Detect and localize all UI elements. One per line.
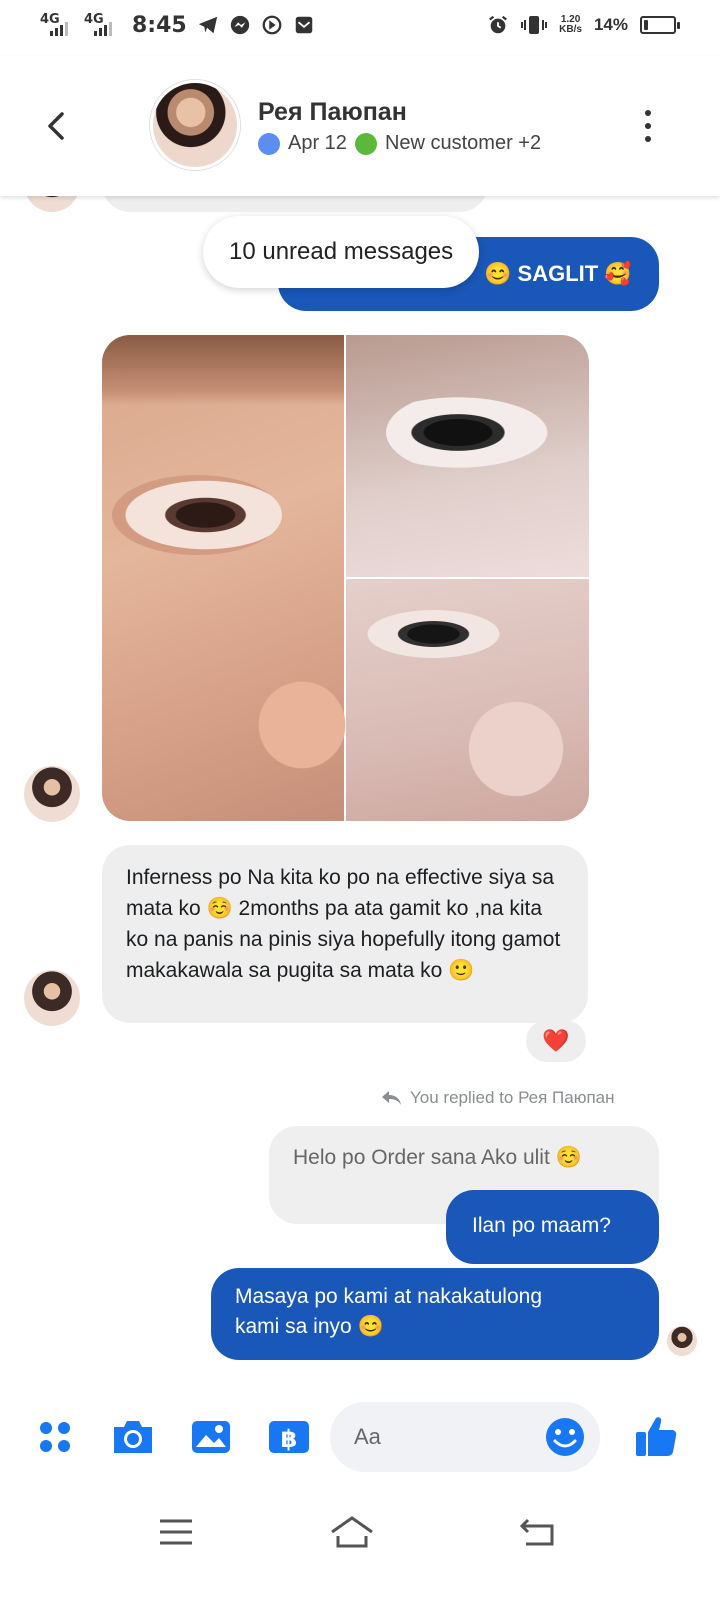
more-options-button[interactable] [636, 106, 660, 146]
conversation-header: Рея Паюпан Apr 12 New customer +2 [0, 56, 720, 196]
tag-dot [354, 132, 377, 155]
message-text: Masaya po kami at nakakatulong [235, 1285, 543, 1308]
clock: 8:45 [132, 12, 187, 38]
gallery-button[interactable] [188, 1414, 234, 1460]
message-text: Inferness po Na kita ko po na effective … [126, 866, 561, 982]
message-bubble-outgoing[interactable]: Ilan po maam? [446, 1190, 659, 1264]
emoji-icon [546, 1418, 584, 1456]
back-icon [519, 1518, 554, 1546]
message-text: kami sa inyo 😊 [235, 1315, 384, 1338]
back-button[interactable] [36, 106, 76, 146]
status-left: 4G 4G 8:45 [40, 12, 315, 38]
chevron-left-icon [48, 112, 64, 140]
telegram-icon [198, 16, 217, 34]
reply-icon [382, 1091, 401, 1105]
photo-thumbnail[interactable] [102, 335, 352, 821]
vibrate-icon [521, 16, 548, 34]
sender-avatar [24, 970, 80, 1026]
battery-fill [644, 20, 648, 30]
photo-thumbnail[interactable] [346, 579, 589, 821]
signal-2-icon: 4G [84, 12, 118, 38]
sender-avatar [24, 766, 80, 822]
home-icon [331, 1516, 373, 1548]
battery-percent: 14% [593, 15, 628, 34]
contact-labels: Apr 12 New customer +2 [258, 132, 541, 155]
photo-attachment[interactable] [102, 335, 589, 821]
heart-icon: ❤️ [542, 1028, 570, 1053]
message-bubble-incoming[interactable]: Inferness po Na kita ko po na effective … [102, 845, 588, 1023]
home-button[interactable] [328, 1508, 376, 1556]
messenger-icon [230, 15, 249, 35]
battery-icon [640, 16, 680, 34]
payment-icon: ฿ [269, 1421, 309, 1453]
reply-indicator: You replied to Рея Паюпан [380, 1088, 615, 1108]
back-nav-button[interactable] [514, 1508, 562, 1556]
camera-icon [114, 1421, 152, 1453]
payment-button[interactable]: ฿ [266, 1414, 312, 1460]
tag-dot [258, 132, 280, 155]
sender-avatar [24, 196, 80, 212]
status-right: 1.20 KB/s 14% [487, 14, 680, 36]
notification-icon [295, 16, 312, 34]
tag-label: Apr 12 [288, 132, 347, 154]
contact-name[interactable]: Рея Паюпан [258, 98, 407, 127]
reaction-badge[interactable]: ❤️ [526, 1020, 586, 1062]
message-composer: ฿ [0, 1396, 720, 1480]
menu-icon [160, 1519, 192, 1545]
tag-label: New customer +2 [384, 132, 542, 154]
message-thread[interactable]: 😊 SAGLIT 🥰 10 unread messages Inferness … [0, 196, 720, 1396]
message-bubble-incoming[interactable] [102, 196, 488, 212]
svg-text:฿: ฿ [281, 1425, 298, 1453]
apps-icon [40, 1422, 70, 1452]
network-speed: 1.20 KB/s [559, 14, 582, 35]
apps-button[interactable] [32, 1414, 78, 1460]
emoji-button[interactable] [544, 1416, 586, 1458]
alarm-icon [489, 15, 508, 34]
message-bubble-outgoing[interactable]: Masaya po kami at nakakatulong kami sa i… [211, 1268, 659, 1360]
direction-icon [262, 15, 282, 35]
signal-1-icon: 4G [40, 12, 74, 38]
thumbs-up-icon [636, 1417, 677, 1456]
menu-button[interactable] [152, 1508, 200, 1556]
status-bar: 4G 4G 8:45 1.20 KB/s 14% [0, 0, 720, 56]
contact-avatar[interactable] [150, 80, 240, 170]
message-text: Ilan po maam? [472, 1214, 611, 1237]
quoted-text: Helo po Order sana Ako ulit ☺️ [293, 1146, 582, 1169]
system-navigation-bar [0, 1480, 720, 1600]
gallery-icon [192, 1421, 230, 1453]
unread-messages-banner[interactable]: 10 unread messages [203, 216, 480, 288]
like-button[interactable] [632, 1412, 680, 1460]
photo-thumbnail[interactable] [346, 335, 589, 577]
camera-button[interactable] [110, 1414, 156, 1460]
seen-avatar [667, 1326, 697, 1356]
